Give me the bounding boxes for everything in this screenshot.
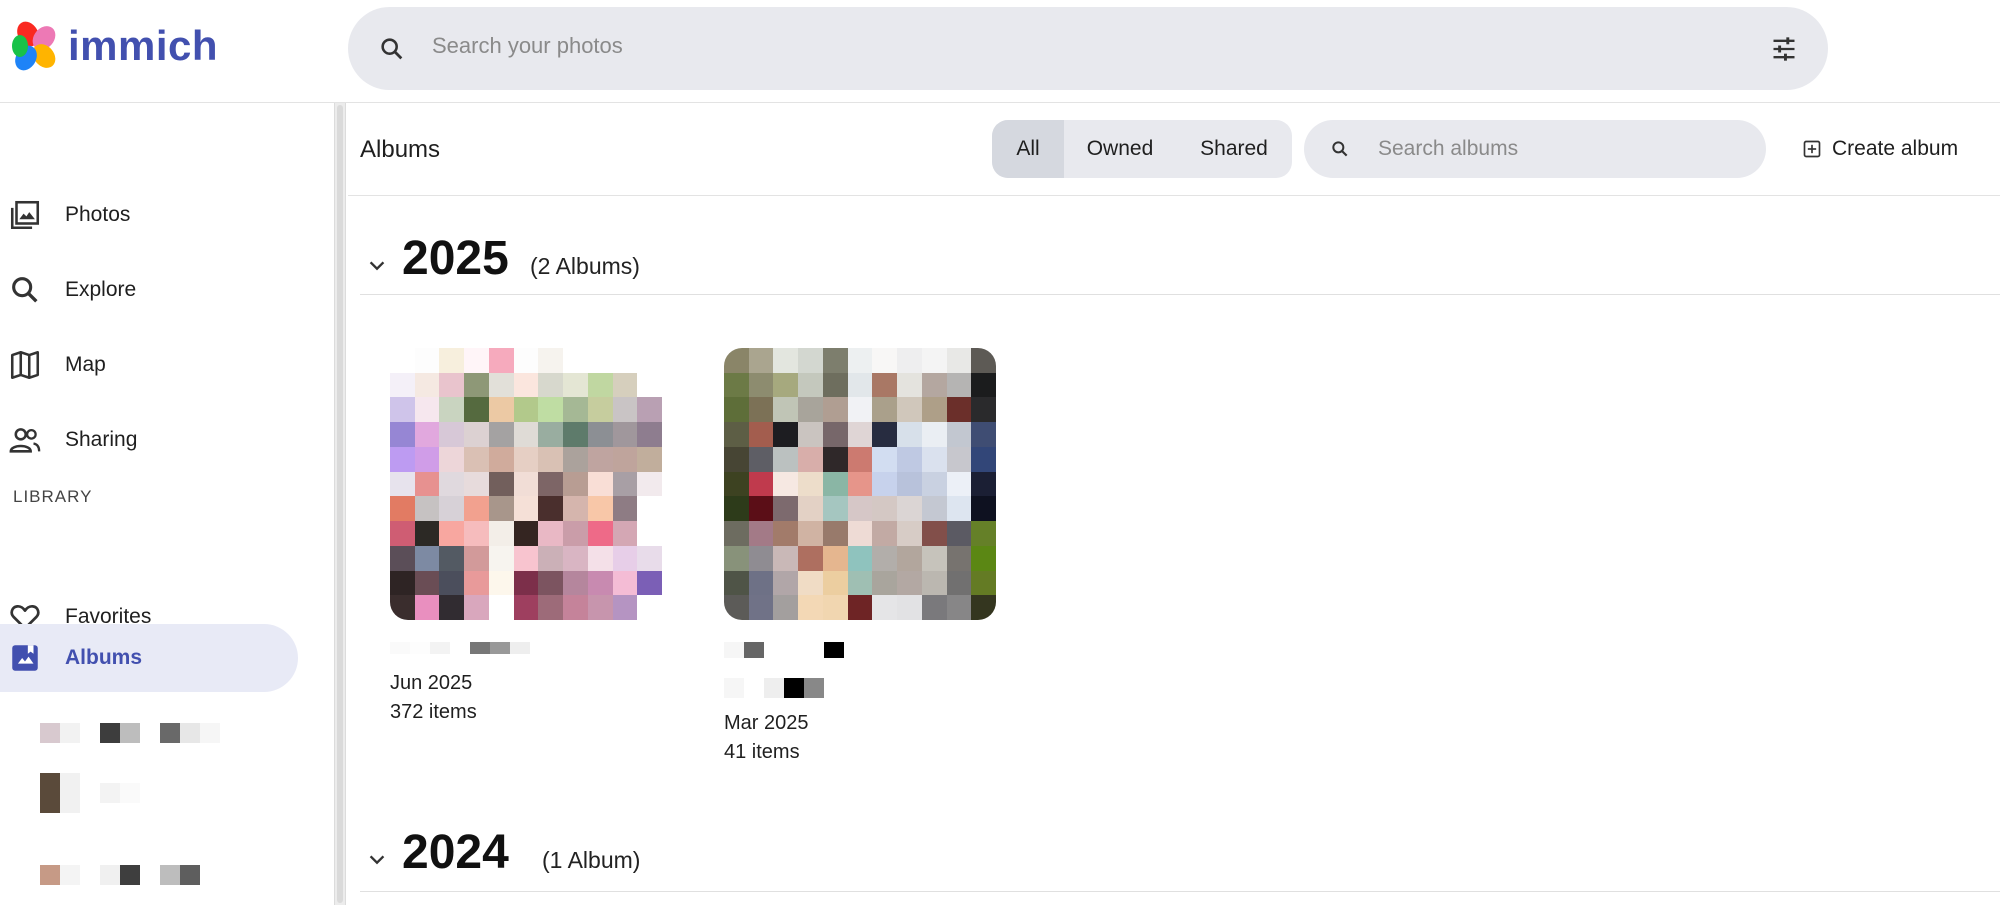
album-thumbnail[interactable]	[390, 348, 662, 620]
album-name-redacted	[724, 642, 996, 698]
sidebar: Photos Explore Map Sharing LIBRARY Favor…	[0, 103, 333, 905]
sidebar-item-map[interactable]: Map	[0, 331, 298, 399]
photos-icon	[10, 200, 40, 230]
tune-filter-icon[interactable]	[1770, 35, 1798, 63]
album-name-redacted	[390, 642, 662, 654]
photo-search-bar[interactable]: Search your photos	[348, 7, 1828, 90]
immich-logo-icon	[12, 21, 56, 71]
album-card[interactable]: Jun 2025 372 items	[390, 348, 662, 724]
album-icon	[12, 645, 38, 671]
albums-toolbar: Albums All Owned Shared Search albums Cr…	[348, 103, 2000, 196]
map-icon	[10, 350, 40, 380]
filter-owned-button[interactable]: Owned	[1064, 120, 1176, 178]
sidebar-item-label: Map	[65, 353, 106, 376]
search-icon	[381, 38, 403, 60]
album-filter-group: All Owned Shared	[992, 120, 1292, 178]
sidebar-item-label: Sharing	[65, 428, 138, 451]
scrollbar-thumb[interactable]	[337, 105, 343, 903]
sidebar-scrollbar[interactable]	[334, 103, 346, 905]
filter-all-button[interactable]: All	[992, 120, 1064, 178]
chevron-down-icon[interactable]	[366, 849, 388, 871]
sidebar-item-label: Explore	[65, 278, 137, 301]
group-year: 2025	[402, 232, 509, 285]
album-item-count: 372 items	[390, 701, 477, 723]
chevron-down-icon[interactable]	[366, 255, 388, 277]
people-icon	[9, 428, 41, 453]
page-title: Albums	[360, 136, 441, 163]
group-album-count: (2 Albums)	[530, 253, 640, 279]
search-icon	[1332, 141, 1348, 157]
sidebar-item-explore[interactable]: Explore	[0, 256, 298, 324]
album-search-input[interactable]: Search albums	[1378, 137, 1518, 161]
album-item-count: 41 items	[724, 741, 800, 763]
album-search-bar[interactable]: Search albums	[1304, 120, 1766, 178]
immich-logo[interactable]: immich	[8, 20, 218, 72]
sidebar-item-label: Albums	[65, 646, 143, 669]
group-album-count: (1 Album)	[542, 847, 641, 873]
sidebar-sub-album[interactable]	[40, 855, 200, 895]
sidebar-sub-album[interactable]	[40, 713, 220, 753]
app-name: immich	[68, 22, 219, 69]
filter-shared-button[interactable]: Shared	[1176, 120, 1292, 178]
group-year: 2024	[402, 826, 509, 879]
sidebar-item-sharing[interactable]: Sharing	[0, 406, 298, 474]
sidebar-sub-album[interactable]	[40, 773, 140, 813]
search-icon	[12, 277, 38, 303]
create-album-label: Create album	[1832, 137, 1959, 160]
album-date: Jun 2025	[390, 672, 473, 694]
divider	[360, 294, 2000, 295]
sidebar-item-label: Photos	[65, 203, 131, 226]
divider	[360, 891, 2000, 892]
library-heading: LIBRARY	[13, 487, 93, 506]
top-bar: immich Search your photos	[0, 0, 2000, 103]
sidebar-item-photos[interactable]: Photos	[0, 181, 298, 249]
album-date: Mar 2025	[724, 712, 809, 734]
search-input[interactable]: Search your photos	[432, 33, 623, 59]
albums-main: Albums All Owned Shared Search albums Cr…	[348, 103, 2000, 905]
album-card[interactable]: Mar 2025 41 items	[724, 348, 996, 764]
plus-box-icon	[1803, 140, 1821, 158]
album-thumbnail[interactable]	[724, 348, 996, 620]
create-album-button[interactable]: Create album	[1802, 127, 1958, 171]
sidebar-item-albums[interactable]: Albums	[0, 624, 298, 692]
